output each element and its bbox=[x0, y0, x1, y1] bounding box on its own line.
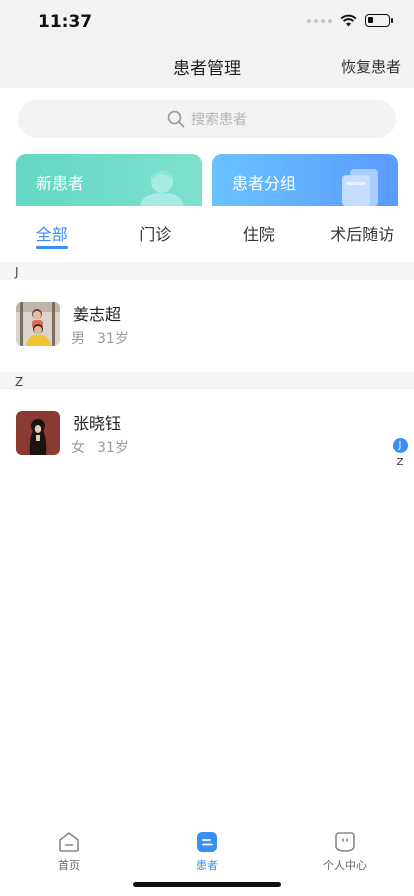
patients-icon bbox=[197, 832, 217, 852]
tab-outpatient[interactable]: 门诊 bbox=[104, 208, 208, 254]
status-icons bbox=[307, 14, 393, 27]
patient-gender: 男 bbox=[71, 331, 85, 347]
nav-bar: 患者管理 恢复患者 bbox=[0, 44, 414, 88]
patient-group-card[interactable]: 患者分组 bbox=[212, 154, 398, 206]
index-letter-z[interactable]: Z bbox=[393, 455, 408, 470]
battery-level bbox=[368, 17, 374, 23]
patient-age: 31岁 bbox=[97, 331, 129, 347]
tab-inpatient[interactable]: 住院 bbox=[207, 208, 311, 254]
alphabet-index: J Z bbox=[392, 438, 408, 470]
patient-name: 姜志超 bbox=[73, 305, 122, 324]
patient-row[interactable]: 张晓钰 女 31岁 bbox=[0, 389, 414, 479]
battery-icon bbox=[365, 14, 393, 27]
restore-patients-button[interactable]: 恢复患者 bbox=[341, 56, 401, 77]
new-patient-card[interactable]: 新患者 bbox=[16, 154, 202, 206]
patient-group-label: 患者分组 bbox=[232, 174, 297, 193]
tabbar-label-patients: 患者 bbox=[196, 859, 218, 872]
search-input[interactable]: 搜索患者 bbox=[18, 100, 396, 138]
patient-name: 张晓钰 bbox=[73, 414, 122, 433]
folder-stack-icon bbox=[342, 169, 378, 206]
tabbar-item-home[interactable]: 首页 bbox=[0, 808, 138, 896]
avatar bbox=[16, 411, 60, 455]
patient-silhouette-icon bbox=[140, 170, 184, 206]
profile-icon bbox=[335, 832, 355, 852]
patient-row[interactable]: 姜志超 男 31岁 bbox=[0, 280, 414, 370]
patient-gender: 女 bbox=[71, 440, 85, 456]
home-indicator bbox=[133, 882, 281, 887]
search-placeholder: 搜索患者 bbox=[191, 112, 247, 128]
index-letter-j[interactable]: J bbox=[392, 438, 408, 453]
status-bar: 11:37 bbox=[0, 0, 414, 44]
patient-meta: 男 31岁 bbox=[71, 328, 141, 348]
avatar bbox=[16, 302, 60, 346]
cellular-signal-icon bbox=[307, 18, 332, 23]
wifi-icon bbox=[340, 14, 357, 27]
tabbar-label-home: 首页 bbox=[58, 859, 80, 872]
tabbar-label-profile: 个人中心 bbox=[323, 859, 367, 872]
filter-tabs: 全部 门诊 住院 术后随访 bbox=[0, 208, 414, 254]
tabbar-item-profile[interactable]: 个人中心 bbox=[276, 808, 414, 896]
tab-post-op-followup[interactable]: 术后随访 bbox=[311, 208, 414, 254]
status-time: 11:37 bbox=[38, 12, 93, 32]
section-header-j: J bbox=[0, 262, 414, 282]
new-patient-label: 新患者 bbox=[36, 174, 85, 193]
patient-meta: 女 31岁 bbox=[71, 437, 141, 457]
home-icon bbox=[59, 832, 79, 852]
patient-age: 31岁 bbox=[97, 440, 129, 456]
search-icon bbox=[167, 110, 185, 128]
tab-all[interactable]: 全部 bbox=[0, 208, 104, 254]
